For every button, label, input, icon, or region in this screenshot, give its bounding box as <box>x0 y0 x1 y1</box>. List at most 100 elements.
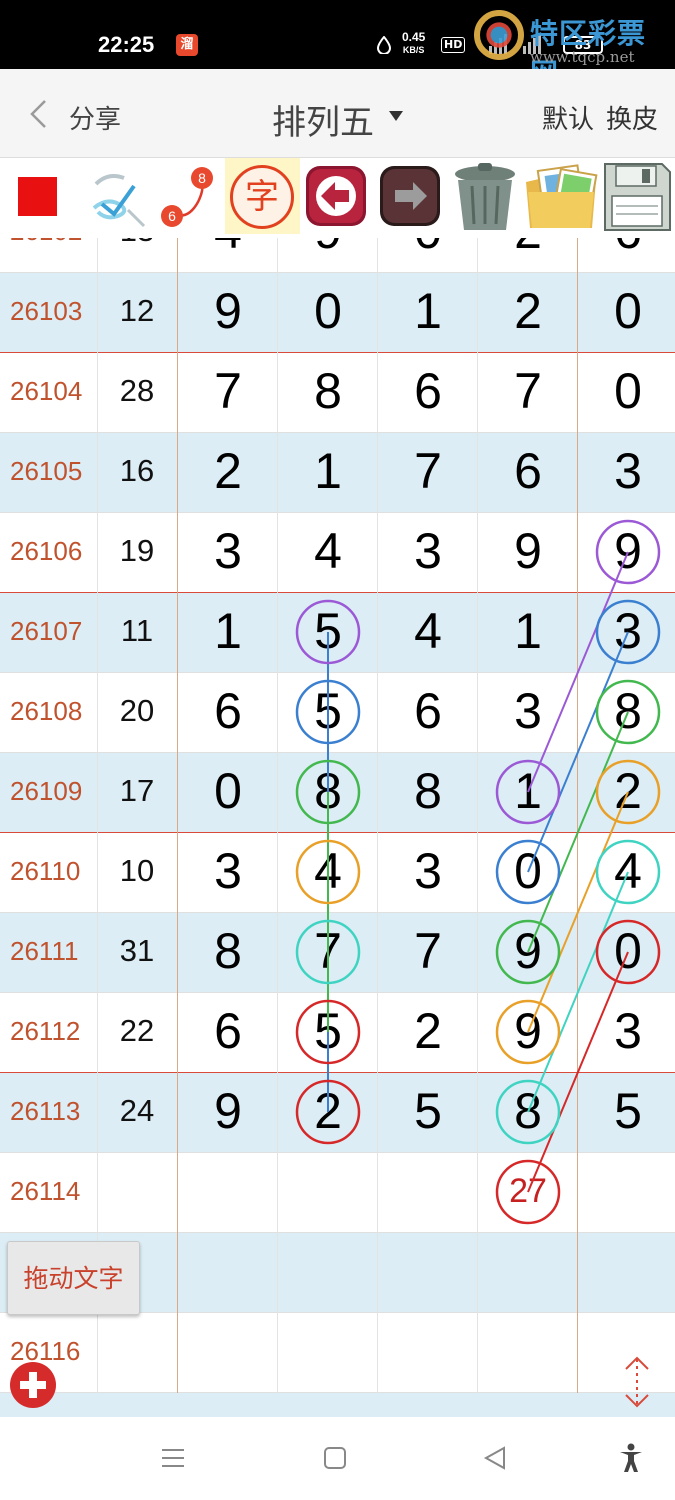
pen-check-icon[interactable] <box>88 166 150 230</box>
color-picker-icon[interactable] <box>18 177 57 216</box>
digit-cell[interactable]: 1 <box>378 282 478 340</box>
digit-cell[interactable]: 4 <box>578 842 675 900</box>
status-time: 22:25 <box>98 32 155 57</box>
digit-cell[interactable]: 7 <box>378 442 478 500</box>
digit-cell[interactable]: 3 <box>378 842 478 900</box>
period-number: 26114 <box>10 1176 81 1206</box>
digit-cell[interactable]: 3 <box>578 1002 675 1060</box>
digit-cell[interactable]: 2 <box>278 1082 378 1140</box>
trash-icon[interactable] <box>448 160 522 234</box>
column-divider <box>97 228 98 1393</box>
add-icon[interactable] <box>10 1362 56 1408</box>
menu-icon[interactable] <box>156 1441 190 1475</box>
column-divider <box>377 228 378 1393</box>
photo-album-icon[interactable] <box>522 162 600 234</box>
undo-arrow-icon[interactable] <box>303 162 369 230</box>
digit-cell[interactable]: 2 <box>478 282 578 340</box>
drawing-toolbar: 8 6 字 <box>0 158 675 238</box>
digit-cell[interactable]: 0 <box>278 282 378 340</box>
digit-cell[interactable]: 5 <box>278 682 378 740</box>
dropdown-caret-icon[interactable] <box>389 111 403 121</box>
digit-cell[interactable]: 5 <box>578 1082 675 1140</box>
sum-value: 31 <box>119 933 155 968</box>
period-number: 26116 <box>10 1336 81 1366</box>
digit-cell[interactable]: 9 <box>478 1002 578 1060</box>
digit-cell[interactable]: 3 <box>178 522 278 580</box>
digit-cell[interactable]: 3 <box>178 842 278 900</box>
digit-cell[interactable]: 6 <box>378 362 478 420</box>
digit-cell[interactable]: 9 <box>178 282 278 340</box>
digit-cell[interactable]: 1 <box>178 602 278 660</box>
text-tool-button[interactable]: 字 <box>230 165 294 229</box>
digit-cell[interactable]: 2 <box>378 1002 478 1060</box>
digit-cell[interactable]: 27 <box>478 1172 578 1211</box>
digit-cell[interactable]: 2 <box>578 762 675 820</box>
period-number: 26113 <box>10 1096 81 1126</box>
redo-arrow-icon[interactable] <box>377 162 443 230</box>
digit-cell[interactable]: 4 <box>278 522 378 580</box>
digit-cell[interactable]: 6 <box>478 442 578 500</box>
digit-cell[interactable]: 6 <box>378 682 478 740</box>
digit-cell[interactable]: 4 <box>378 602 478 660</box>
back-nav-icon[interactable] <box>478 1441 512 1475</box>
digit-cell[interactable]: 7 <box>178 362 278 420</box>
accessibility-icon[interactable] <box>614 1441 648 1475</box>
digit-cell[interactable]: 3 <box>578 602 675 660</box>
digit-cell[interactable]: 0 <box>478 842 578 900</box>
digit-cell[interactable]: 0 <box>178 762 278 820</box>
digit-cell[interactable]: 6 <box>178 682 278 740</box>
digit-cell[interactable]: 9 <box>178 1082 278 1140</box>
digit-cell[interactable]: 0 <box>578 362 675 420</box>
hd-voice-icon: HD <box>441 37 466 53</box>
digit-cell[interactable]: 3 <box>578 442 675 500</box>
period-number: 26104 <box>10 376 83 406</box>
drag-text-button[interactable]: 拖动文字 <box>7 1241 140 1315</box>
scroll-arrows-icon[interactable] <box>620 1355 654 1409</box>
digit-cell[interactable]: 7 <box>278 922 378 980</box>
table-row[interactable] <box>0 1312 675 1392</box>
digit-cell[interactable]: 8 <box>278 762 378 820</box>
digit-cell[interactable]: 8 <box>478 1082 578 1140</box>
digit-cell[interactable]: 0 <box>578 922 675 980</box>
sum-value: 12 <box>119 293 155 328</box>
digit-cell[interactable]: 1 <box>478 762 578 820</box>
digit-cell[interactable]: 4 <box>278 842 378 900</box>
digit-cell[interactable]: 7 <box>378 922 478 980</box>
digit-cell[interactable]: 5 <box>278 1002 378 1060</box>
change-skin-button[interactable]: 换皮 <box>606 99 658 136</box>
digit-cell[interactable]: 1 <box>278 442 378 500</box>
digit-cell[interactable]: 2 <box>178 442 278 500</box>
share-button[interactable]: 分享 <box>69 99 121 136</box>
digit-cell[interactable]: 8 <box>278 362 378 420</box>
row-divider <box>0 592 675 593</box>
digit-cell[interactable]: 9 <box>478 522 578 580</box>
connect-points-icon[interactable]: 8 6 <box>158 162 216 232</box>
home-icon[interactable] <box>318 1441 352 1475</box>
sum-value: 17 <box>119 773 155 808</box>
digit-cell[interactable]: 6 <box>178 1002 278 1060</box>
sum-value: 24 <box>119 1093 155 1128</box>
row-divider <box>0 1232 675 1233</box>
digit-cell[interactable]: 9 <box>478 922 578 980</box>
digit-cell[interactable]: 8 <box>178 922 278 980</box>
svg-text:8: 8 <box>198 170 206 186</box>
period-number: 26106 <box>10 536 83 566</box>
digit-cell[interactable]: 5 <box>378 1082 478 1140</box>
default-button[interactable]: 默认 <box>542 99 594 136</box>
save-disk-icon[interactable] <box>602 160 672 234</box>
digit-cell[interactable]: 1 <box>478 602 578 660</box>
app-header: 分享 排列五 默认 换皮 <box>0 69 675 158</box>
back-icon[interactable] <box>28 99 48 129</box>
page-title[interactable]: 排列五 <box>272 95 374 144</box>
sum-value: 20 <box>119 693 155 728</box>
digit-cell[interactable]: 8 <box>578 682 675 740</box>
digit-cell[interactable]: 3 <box>378 522 478 580</box>
row-divider <box>0 752 675 753</box>
digit-cell[interactable]: 7 <box>478 362 578 420</box>
digit-cell[interactable]: 5 <box>278 602 378 660</box>
system-nav-bar <box>0 1417 675 1500</box>
digit-cell[interactable]: 3 <box>478 682 578 740</box>
digit-cell[interactable]: 8 <box>378 762 478 820</box>
digit-cell[interactable]: 0 <box>578 282 675 340</box>
digit-cell[interactable]: 9 <box>578 522 675 580</box>
